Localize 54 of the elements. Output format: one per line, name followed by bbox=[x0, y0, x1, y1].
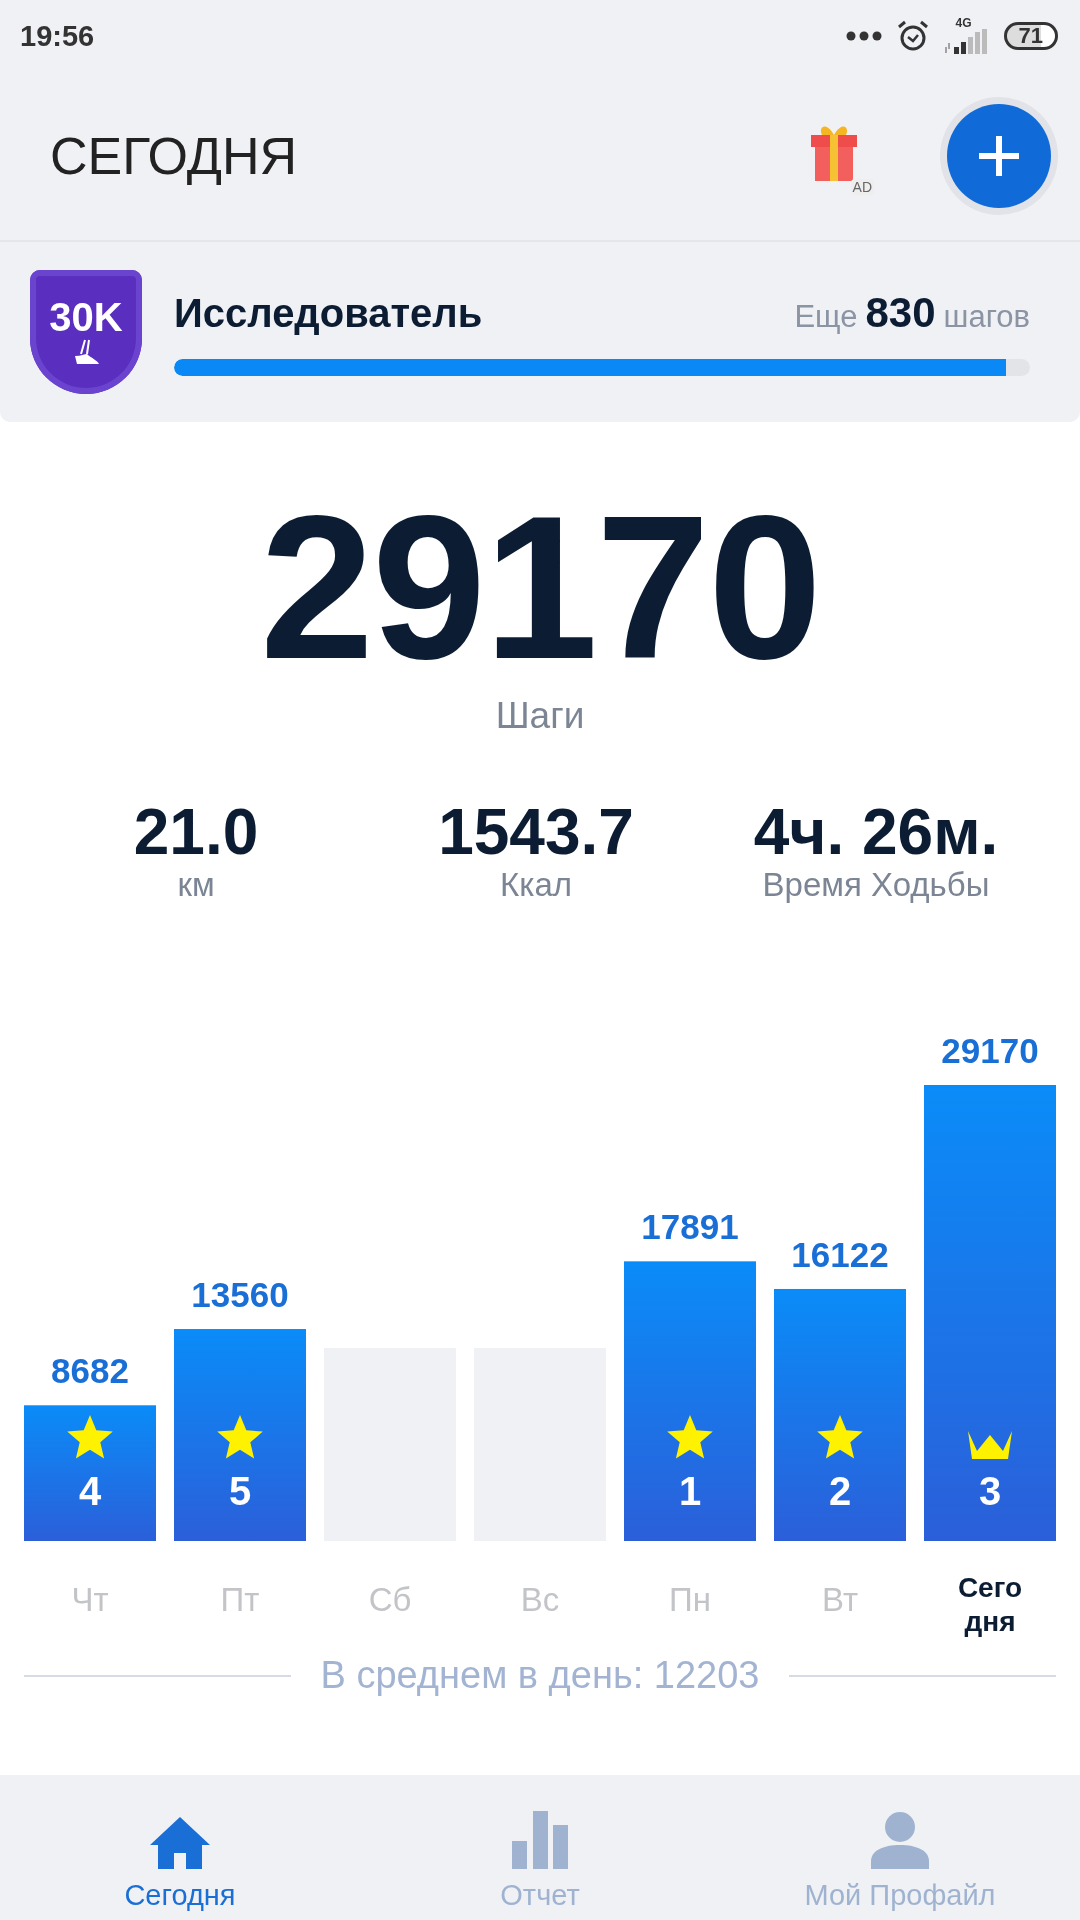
nav-tab[interactable]: Сегодня bbox=[0, 1775, 360, 1920]
plus-icon bbox=[977, 134, 1021, 178]
signal-icon bbox=[943, 29, 990, 55]
battery-indicator: 71 bbox=[1003, 22, 1058, 50]
ad-tag: AD bbox=[850, 179, 874, 195]
status-time: 19:56 bbox=[20, 19, 95, 53]
day-label: Сб bbox=[368, 1581, 412, 1621]
rank-label: 2 bbox=[828, 1469, 852, 1514]
person-icon bbox=[871, 1811, 929, 1869]
network-type: 4G bbox=[955, 17, 972, 29]
bar-chart-icon bbox=[512, 1811, 568, 1869]
stat-label: Ккал bbox=[500, 866, 572, 905]
step-bar[interactable] bbox=[174, 1329, 306, 1542]
bar-value-label: 29170 bbox=[941, 1031, 1039, 1071]
stat-value: 21.0 bbox=[133, 799, 259, 867]
star-icon bbox=[817, 1415, 863, 1459]
step-label: Шаги bbox=[494, 695, 586, 737]
star-icon bbox=[67, 1415, 113, 1459]
crown-icon bbox=[968, 1431, 1012, 1460]
rank-label: 1 bbox=[678, 1469, 702, 1514]
day-label: Вт bbox=[822, 1581, 858, 1621]
day-label: Пн bbox=[669, 1581, 711, 1621]
home-icon bbox=[150, 1817, 210, 1869]
stat-label: Время Ходьбы bbox=[762, 866, 990, 905]
day-label: Пт bbox=[220, 1581, 260, 1621]
step-count: 29170 bbox=[258, 484, 822, 689]
bar-value-label: 17891 bbox=[641, 1207, 739, 1247]
daily-average: В среднем в день: 12203 bbox=[320, 1654, 760, 1698]
rank-label: 4 bbox=[78, 1469, 102, 1514]
day-label: Сегодня bbox=[956, 1571, 1024, 1639]
page-title: СЕГОДНЯ bbox=[50, 126, 299, 186]
badge-label: 30K bbox=[49, 296, 123, 338]
day-label: Чт bbox=[71, 1581, 109, 1621]
star-icon bbox=[667, 1415, 713, 1459]
stat-label: км bbox=[177, 866, 215, 905]
step-bar[interactable] bbox=[24, 1405, 156, 1542]
more-icon bbox=[845, 31, 882, 41]
add-button[interactable] bbox=[947, 104, 1051, 208]
step-bar[interactable] bbox=[774, 1289, 906, 1542]
bar-value-label: 13560 bbox=[191, 1275, 289, 1315]
bar-value-label: 16122 bbox=[791, 1235, 889, 1275]
star-icon bbox=[217, 1415, 263, 1459]
achievement-title: Исследователь bbox=[174, 290, 483, 336]
alarm-icon bbox=[895, 19, 930, 53]
stat-value: 1543.7 bbox=[438, 799, 634, 867]
bar-value-label: 8682 bbox=[51, 1351, 129, 1391]
stat-value: 4ч. 26м. bbox=[753, 799, 999, 867]
remaining-steps: 830 bbox=[865, 288, 936, 337]
remaining-prefix: Еще bbox=[794, 298, 858, 335]
step-bar[interactable] bbox=[624, 1261, 756, 1542]
remaining-suffix: шагов bbox=[943, 298, 1030, 335]
rank-label: 5 bbox=[228, 1469, 252, 1514]
rank-label: 3 bbox=[978, 1469, 1002, 1514]
day-label: Вс bbox=[520, 1581, 560, 1621]
